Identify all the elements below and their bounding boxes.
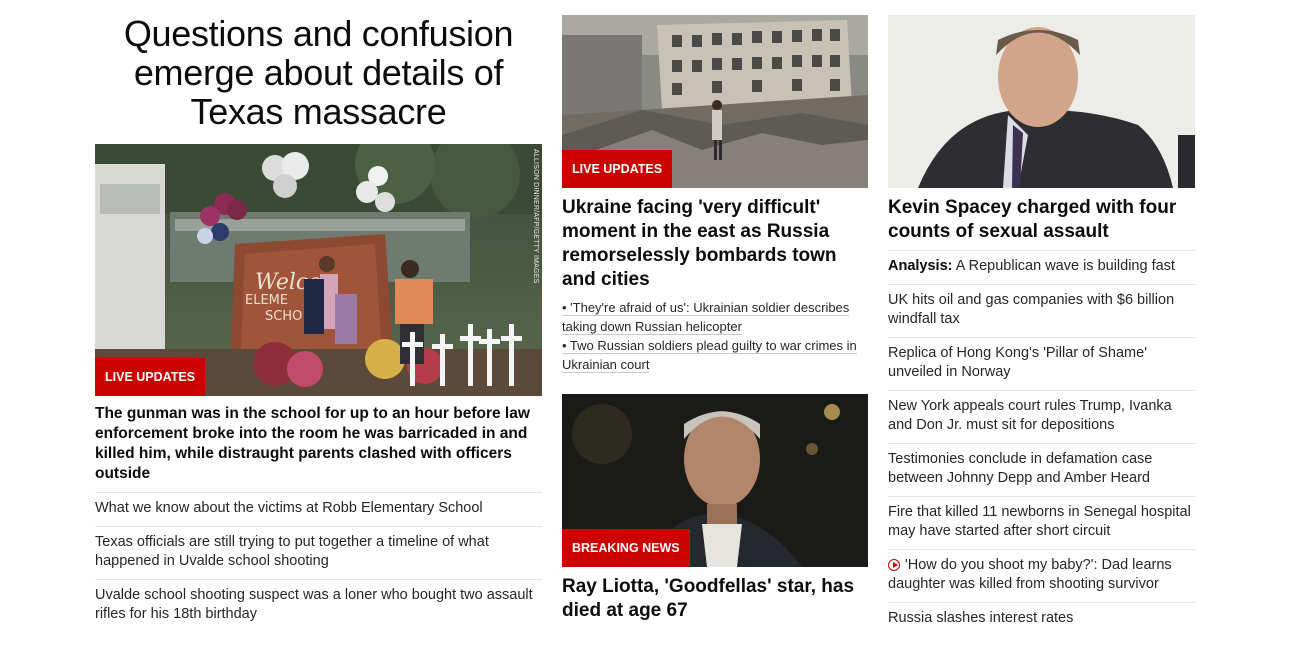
bullet-link-text[interactable]: • Two Russian soldiers plead guilty to w… [562,338,857,373]
liotta-image[interactable]: BREAKING NEWS [562,394,868,567]
list-item[interactable]: UK hits oil and gas companies with $6 bi… [888,285,1195,338]
portrait-photo [888,15,1195,188]
svg-text:ELEME: ELEME [245,293,288,308]
lead-related-list: What we know about the victims at Robb E… [95,492,542,632]
bullet-link[interactable]: • 'They're afraid of us': Ukrainian sold… [562,298,868,336]
spacey-image[interactable] [888,15,1195,188]
image-credit: ALLISON DINNER/AFP/GETTY IMAGES [532,149,539,284]
lead-story: Questions and confusion emerge about det… [95,0,542,632]
headline-list: Analysis: A Republican wave is building … [888,250,1195,636]
right-column: Kevin Spacey charged with four counts of… [888,0,1195,636]
list-item-text[interactable]: 'How do you shoot my baby?': Dad learns … [888,557,1172,592]
list-item[interactable]: Replica of Hong Kong's 'Pillar of Shame'… [888,338,1195,391]
list-item[interactable]: Analysis: A Republican wave is building … [888,251,1195,285]
bullet-link-text[interactable]: • 'They're afraid of us': Ukrainian sold… [562,300,850,335]
list-item[interactable]: Russia slashes interest rates [888,603,1195,636]
list-item[interactable]: Testimonies conclude in defamation case … [888,444,1195,497]
list-item[interactable]: Texas officials are still trying to put … [95,527,542,580]
list-item[interactable]: What we know about the victims at Robb E… [95,493,542,527]
svg-text:SCHO: SCHO [265,309,302,324]
lead-headline[interactable]: Questions and confusion emerge about det… [95,14,542,131]
ukraine-headline[interactable]: Ukraine facing 'very difficult' moment i… [562,196,868,292]
ukraine-bullets: • 'They're afraid of us': Ukrainian sold… [562,298,868,374]
middle-column: LIVE UPDATES Ukraine facing 'very diffic… [562,0,868,621]
live-updates-badge[interactable]: LIVE UPDATES [95,358,206,396]
breaking-news-badge[interactable]: BREAKING NEWS [562,529,690,567]
spacey-headline[interactable]: Kevin Spacey charged with four counts of… [888,196,1195,244]
list-item[interactable]: New York appeals court rules Trump, Ivan… [888,391,1195,444]
video-play-icon [888,559,900,571]
analysis-label: Analysis: [888,258,953,274]
list-item-text[interactable]: A Republican wave is building fast [952,258,1175,274]
lead-summary[interactable]: The gunman was in the school for up to a… [95,404,542,484]
bullet-link[interactable]: • Two Russian soldiers plead guilty to w… [562,336,868,374]
ukraine-image[interactable]: LIVE UPDATES [562,15,868,188]
list-item[interactable]: Uvalde school shooting suspect was a lon… [95,580,542,632]
liotta-headline[interactable]: Ray Liotta, 'Goodfellas' star, has died … [562,575,868,623]
list-item[interactable]: Fire that killed 11 newborns in Senegal … [888,497,1195,550]
lead-image[interactable]: Welco ELEME SCHO ALLISON DINNER/AFP/GETT… [95,144,542,396]
live-updates-badge[interactable]: LIVE UPDATES [562,150,673,188]
list-item[interactable]: 'How do you shoot my baby?': Dad learns … [888,550,1195,603]
